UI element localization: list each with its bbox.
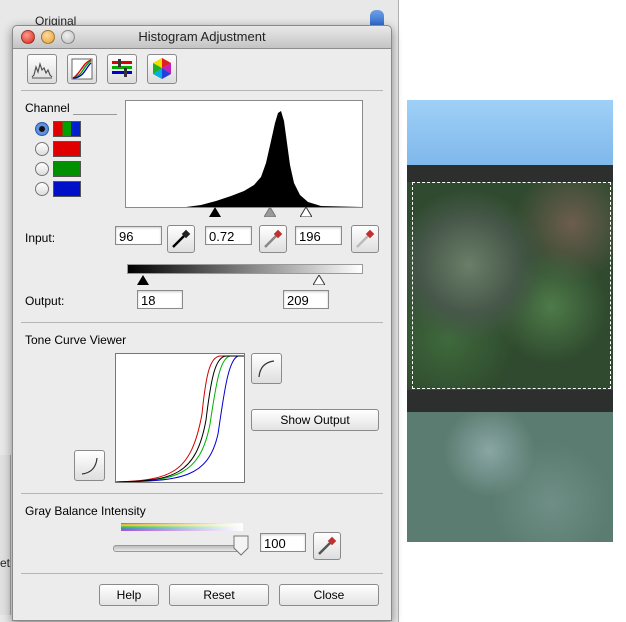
photo-preview[interactable] [407, 100, 613, 542]
output-black-field[interactable]: 18 [137, 290, 183, 309]
gray-balance-color-bar [121, 523, 243, 531]
channel-label: Channel [25, 101, 70, 115]
white-eyedropper-button[interactable] [351, 225, 379, 253]
tone-curve-icon [71, 58, 93, 80]
photo-sky-region [407, 100, 613, 165]
gray-balance-value-field[interactable]: 100 [260, 533, 306, 552]
channel-radio-red[interactable] [35, 142, 49, 156]
channel-label-rule [73, 114, 117, 115]
input-white-field[interactable]: 196 [295, 226, 342, 245]
tone-curve-label: Tone Curve Viewer [25, 333, 127, 347]
output-white-field[interactable]: 209 [283, 290, 329, 309]
photo-lower-region [407, 412, 613, 542]
curve-preset-convex-button[interactable] [251, 353, 282, 384]
show-output-button[interactable]: Show Output [251, 409, 379, 431]
selection-marquee[interactable] [412, 182, 611, 389]
red-swatch [53, 141, 81, 157]
tone-curve-viewer [115, 353, 245, 483]
title-bar[interactable]: Histogram Adjustment [13, 26, 391, 49]
input-gamma-field[interactable]: 0.72 [205, 226, 252, 245]
input-label: Input: [25, 231, 56, 245]
tone-curve-tab-button[interactable] [67, 54, 97, 84]
histogram-tab-button[interactable] [27, 54, 57, 84]
reset-button[interactable]: Reset [169, 584, 269, 606]
convex-curve-icon [258, 360, 275, 378]
bottom-separator [21, 573, 383, 574]
input-white-point-handle[interactable] [300, 207, 312, 217]
histogram-display [125, 100, 363, 208]
gray-balance-eyedropper-button[interactable] [313, 532, 341, 560]
background-edge-text: et [0, 556, 11, 570]
channel-radio-green[interactable] [35, 162, 49, 176]
output-black-handle[interactable] [137, 275, 149, 285]
output-white-handle[interactable] [313, 275, 325, 285]
background-side-panel [0, 455, 11, 615]
histogram-graph [126, 111, 362, 207]
output-label: Output: [25, 294, 65, 308]
input-black-point-handle[interactable] [209, 207, 221, 217]
blue-swatch [53, 181, 81, 197]
histogram-icon [31, 61, 53, 79]
input-black-field[interactable]: 96 [115, 226, 162, 245]
gray-eyedropper-button[interactable] [259, 225, 287, 253]
close-button[interactable]: Close [279, 584, 379, 606]
green-swatch [53, 161, 81, 177]
color-balance-icon [112, 59, 132, 77]
histogram-adjustment-dialog: Histogram Adjustment Channel Input: 96 0… [12, 25, 392, 621]
black-eyedropper-icon [172, 229, 191, 248]
photo-dark-band-top [407, 165, 613, 182]
channel-radio-rgb[interactable] [35, 122, 49, 136]
color-balance-tab-button[interactable] [107, 54, 137, 84]
channel-radio-blue[interactable] [35, 182, 49, 196]
gray-balance-eyedropper-icon [318, 536, 337, 555]
concave-curve-icon [81, 457, 98, 475]
gray-balance-slider-thumb[interactable] [232, 534, 250, 556]
color-wheel-icon [153, 58, 171, 79]
white-eyedropper-icon [356, 229, 375, 248]
tone-curve-graph [115, 355, 244, 483]
dialog-title: Histogram Adjustment [138, 29, 266, 44]
output-gradient-bar [127, 264, 363, 274]
curve-preset-concave-button[interactable] [74, 450, 105, 481]
help-button[interactable]: Help [99, 584, 159, 606]
output-separator [21, 322, 383, 323]
gray-balance-slider-track[interactable] [113, 545, 245, 552]
rgb-swatch [53, 121, 81, 137]
input-gamma-handle[interactable] [264, 207, 276, 217]
tone-curve-separator [21, 493, 383, 494]
color-wheel-tab-button[interactable] [147, 54, 177, 84]
gray-balance-label: Gray Balance Intensity [25, 504, 146, 518]
black-eyedropper-button[interactable] [167, 225, 195, 253]
photo-dark-band-bottom [407, 390, 613, 412]
gray-eyedropper-icon [264, 229, 283, 248]
toolbar-separator [21, 90, 383, 91]
